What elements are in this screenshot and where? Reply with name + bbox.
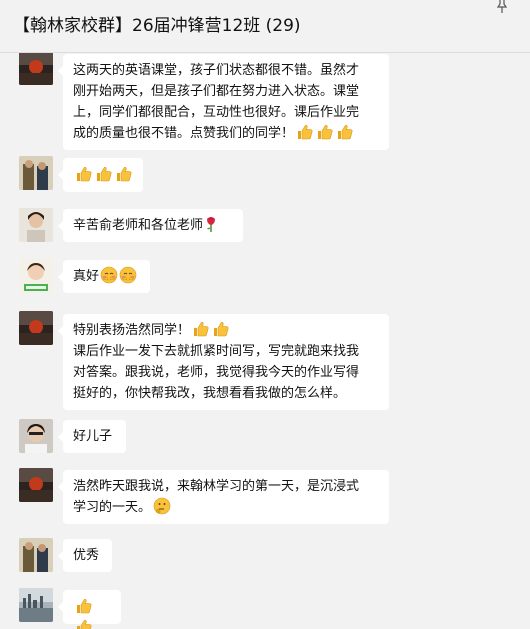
message-text: 辛苦俞老师和各位老师	[73, 218, 204, 233]
message-text: 上，同学们都很配合，互动性也很好。课后作业完	[73, 105, 360, 120]
message-text: 优秀	[73, 548, 100, 563]
thinking-emoji	[153, 497, 171, 515]
message-text: 好儿子	[73, 429, 113, 444]
woman-avatar[interactable]	[19, 208, 53, 242]
message-bubble[interactable]: 真好	[58, 260, 150, 293]
thumbs-up-emoji	[75, 597, 93, 615]
chat-header: 【翰林家校群】26届冲锋营12班 (29)	[0, 0, 530, 53]
message-text: 学习的一天。	[73, 500, 152, 515]
thumbs-up-emoji	[336, 123, 354, 141]
harbor-avatar[interactable]	[19, 588, 53, 622]
message-bubble[interactable]: 好儿子	[58, 420, 126, 453]
sunset-avatar[interactable]	[19, 468, 53, 502]
couple-avatar[interactable]	[19, 538, 53, 572]
thumbs-up-emoji	[115, 165, 133, 183]
thumbs-up-emoji	[316, 123, 334, 141]
sunset-avatar[interactable]	[19, 311, 53, 345]
blush-emoji	[119, 266, 137, 284]
message-list[interactable]: 这两天的英语课堂，孩子们状态都很不错。虽然才 刚开始两天，但是孩子们都在努力进入…	[0, 53, 530, 629]
message-bubble[interactable]: 这两天的英语课堂，孩子们状态都很不错。虽然才 刚开始两天，但是孩子们都在努力进入…	[58, 54, 389, 150]
blush-emoji	[100, 266, 118, 284]
sunset-avatar[interactable]	[19, 53, 53, 85]
message-text: 特别表扬浩然同学！	[73, 323, 191, 338]
message-text: 浩然昨天跟我说，来翰林学习的第一天，是沉浸式	[73, 479, 360, 494]
message-text: 刚开始两天，但是孩子们都在努力进入状态。课堂	[73, 84, 360, 99]
message-text: 课后作业一发下去就抓紧时间写，写完就跑来找我	[73, 344, 360, 359]
thumbs-up-emoji	[212, 320, 230, 338]
chat-title: 【翰林家校群】26届冲锋营12班 (29)	[13, 16, 301, 36]
selfie-avatar[interactable]	[19, 419, 53, 453]
message-bubble[interactable]: 特别表扬浩然同学！ 课后作业一发下去就抓紧时间写，写完就跑来找我 对答案。跟我说…	[58, 314, 389, 410]
thumbs-up-emoji	[75, 618, 93, 629]
message-bubble[interactable]: 辛苦俞老师和各位老师	[58, 209, 243, 242]
couple-avatar[interactable]	[19, 156, 53, 190]
thumbs-up-emoji	[75, 165, 93, 183]
message-bubble[interactable]	[58, 590, 121, 624]
message-bubble[interactable]	[58, 158, 143, 192]
message-bubble[interactable]: 优秀	[58, 539, 112, 572]
thumbs-up-emoji	[95, 165, 113, 183]
message-text: 挺好的，你快帮我改，我想看看我做的怎么样。	[73, 386, 347, 401]
message-text: 对答案。跟我说，老师，我觉得我今天的作业写得	[73, 365, 360, 380]
thumbs-up-emoji	[296, 123, 314, 141]
rose-emoji	[205, 215, 217, 233]
message-text: 真好	[73, 269, 100, 284]
message-bubble[interactable]: 浩然昨天跟我说，来翰林学习的第一天，是沉浸式 学习的一天。	[58, 470, 389, 524]
message-text: 这两天的英语课堂，孩子们状态都很不错。虽然才	[73, 63, 360, 78]
pin-icon[interactable]	[494, 0, 510, 14]
child-avatar[interactable]	[19, 259, 53, 293]
message-text: 成的质量也很不错。点赞我们的同学！	[73, 126, 295, 141]
thumbs-up-emoji	[192, 320, 210, 338]
